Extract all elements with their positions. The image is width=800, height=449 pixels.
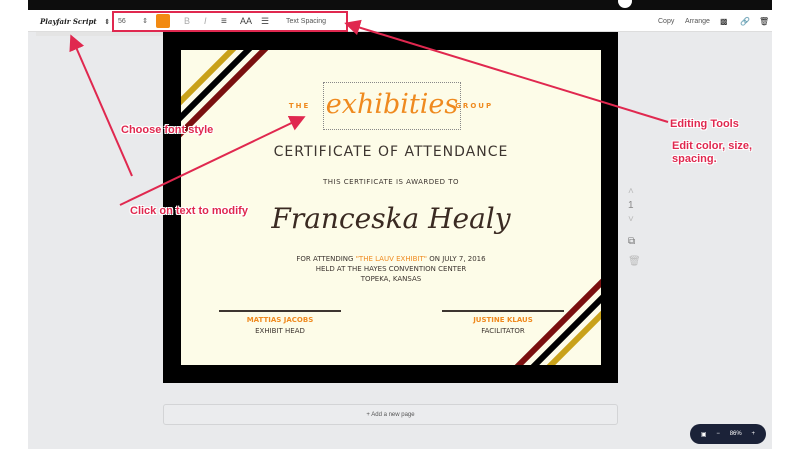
annotation-editing-tools: Editing Tools <box>670 118 739 130</box>
annotation-arrows <box>69 19 669 206</box>
arrow-font-style <box>69 34 133 177</box>
annotation-font-style: Choose font style <box>121 124 214 136</box>
arrow-editing-tools <box>344 19 669 123</box>
annotation-edit-desc: Edit color, size, spacing. <box>672 140 753 165</box>
annotation-click-text: Click on text to modify <box>130 205 248 217</box>
